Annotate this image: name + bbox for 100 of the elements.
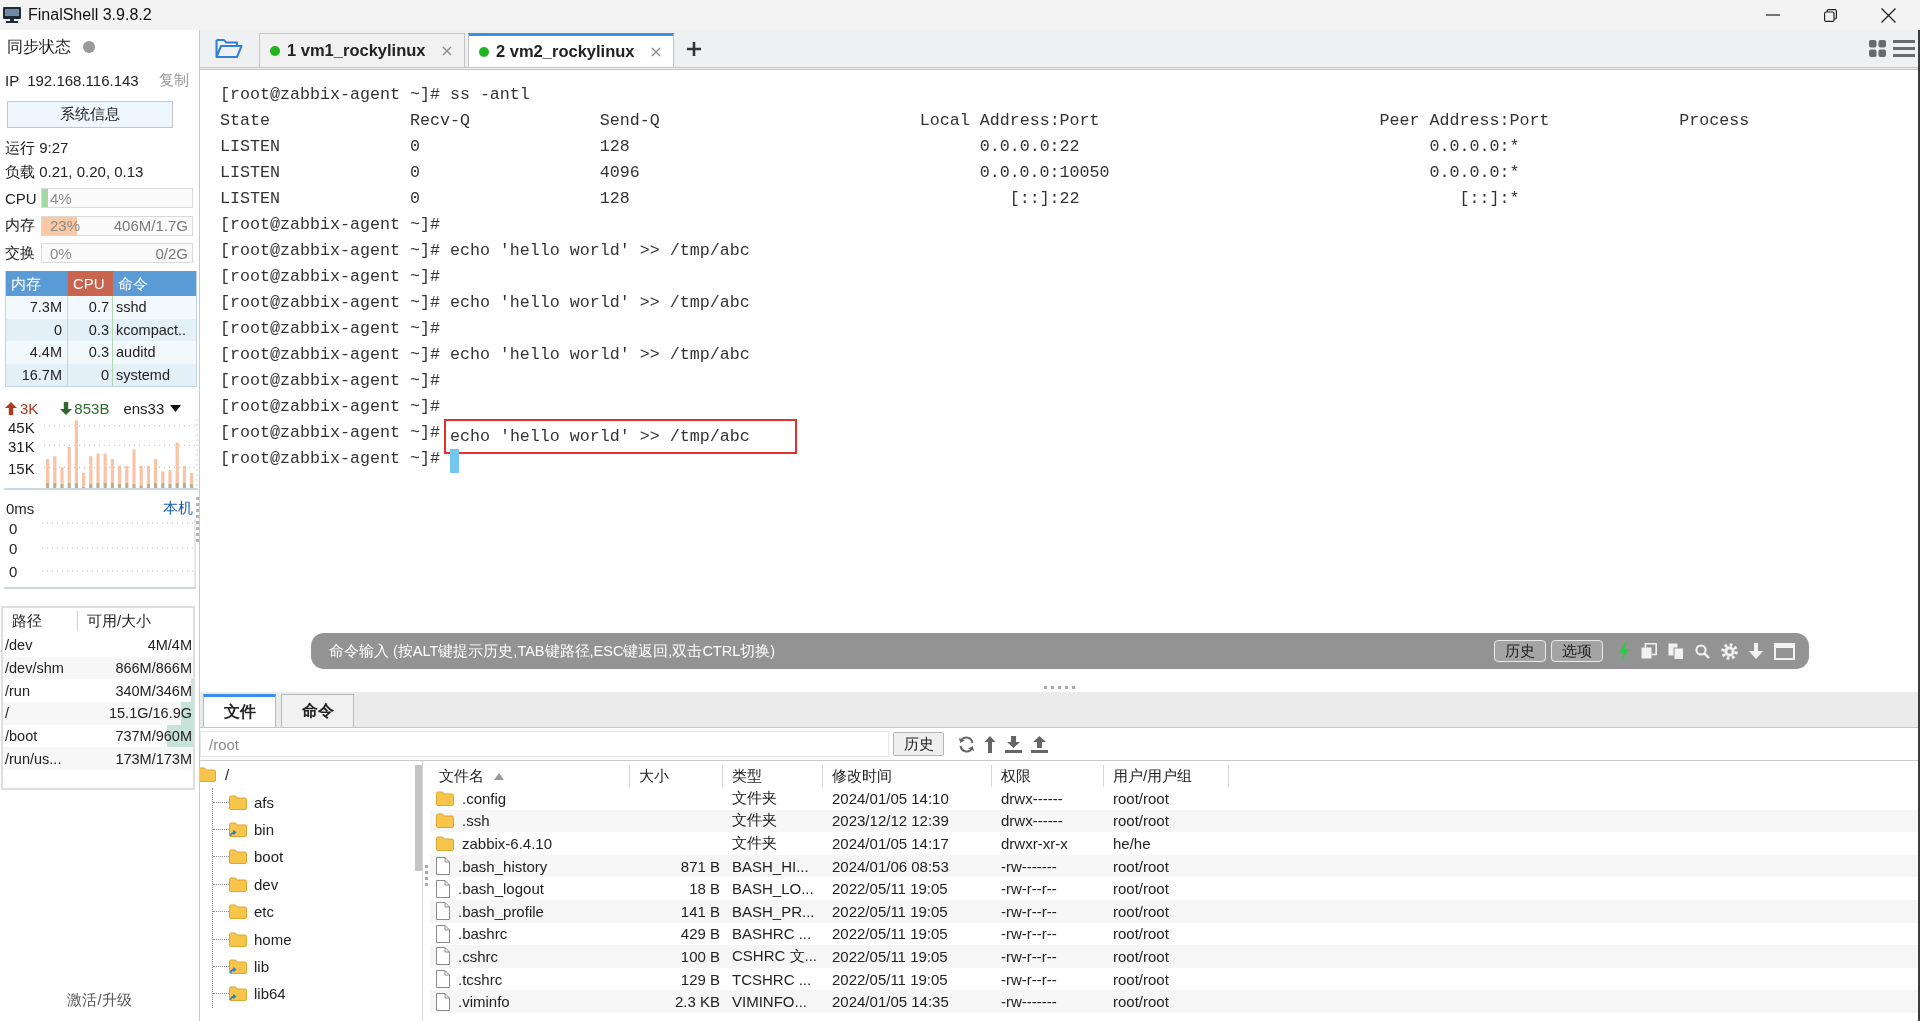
table-cell-text: / — [4, 705, 11, 722]
output-text: Send-Q — [599, 110, 660, 130]
table-cell-text: -rw-r--r-- — [1000, 880, 1058, 898]
table-cell-text: root/root — [1112, 902, 1170, 920]
table-cell-text: root/root — [1112, 812, 1170, 830]
table-cell-text: -rw------- — [1000, 857, 1058, 875]
table-cell-text: BASH_PR... — [731, 902, 816, 920]
shell-prompt: [root@zabbix-agent ~]# — [220, 422, 440, 442]
table-cell-text: BASHRC ... — [731, 925, 813, 943]
output-text: Peer Address:Port — [1379, 110, 1550, 130]
shell-prompt: [root@zabbix-agent ~]# — [220, 84, 440, 104]
shell-prompt: [root@zabbix-agent ~]# — [220, 240, 440, 260]
ip-label: IP — [5, 71, 20, 89]
table-cell-text: 2024/01/05 14:10 — [831, 789, 950, 807]
table-cell-text: 文件夹 — [731, 788, 778, 808]
meter-detail: 0/2G — [155, 244, 188, 262]
table-cell-text: sshd — [115, 298, 148, 317]
table-cell: 7.3M — [6, 296, 68, 319]
shell-prompt: [root@zabbix-agent ~]# — [220, 344, 440, 364]
shell-command: ss -antl — [449, 84, 530, 104]
meter-reading: 4% — [50, 189, 72, 207]
axis-label: 45K — [8, 419, 35, 436]
table-cell-text: 2022/05/11 19:05 — [831, 902, 949, 920]
table-cell-text: -rw-r--r-- — [1000, 970, 1058, 988]
table-cell-text: auditd — [115, 343, 157, 362]
table-cell-text: -rw-r--r-- — [1000, 947, 1058, 965]
table-cell: 0.7 — [68, 296, 113, 319]
table-cell-text: 2022/05/11 19:05 — [831, 970, 949, 988]
file-name: .viminfo — [458, 993, 510, 1011]
table-cell-text: root/root — [1112, 993, 1170, 1011]
shell-prompt: [root@zabbix-agent ~]# — [220, 266, 440, 286]
table-cell: 15.1G/16.9G — [108, 705, 193, 722]
sync-status-label: 同步状态 — [7, 36, 71, 57]
table-cell-text: TCSHRC ... — [731, 970, 813, 988]
table-cell-text: BASH_HI... — [731, 857, 810, 875]
table-cell-text: 文件夹 — [731, 834, 778, 853]
file-name: .bash_profile — [458, 902, 544, 920]
meter-label: 交换 — [5, 243, 36, 263]
table-cell-text: 文件夹 — [731, 811, 778, 831]
table-cell-text: -rw------- — [1000, 993, 1058, 1011]
table-cell: 340M/346M — [115, 682, 193, 699]
table-cell-text: drwx------ — [1000, 812, 1064, 830]
table-cell: 0 — [68, 363, 113, 386]
meter-reading: 0% — [50, 244, 72, 262]
axis-label: 15K — [8, 460, 35, 478]
output-text: LISTEN — [220, 188, 280, 208]
table-cell-text: 100 B — [679, 947, 721, 965]
shell-command: echo 'hello world' >> /tmp/abc — [449, 240, 750, 260]
file-name: .config — [462, 789, 507, 807]
output-text: 0.0.0.0:10050 — [979, 162, 1110, 182]
table-cell-text: /dev — [4, 637, 34, 654]
output-text: LISTEN — [220, 136, 280, 156]
output-text: LISTEN — [220, 162, 280, 182]
table-cell-text: root/root — [1112, 970, 1170, 988]
table-cell-text: systemd — [115, 365, 171, 385]
table-cell-text: VIMINFO... — [731, 993, 808, 1011]
table-cell-text: drwx------ — [1000, 789, 1064, 807]
uptime-text: 运行 9:27 — [4, 138, 70, 158]
meter-detail: 406M/1.7G — [113, 217, 188, 234]
file-name: .tcshrc — [458, 970, 503, 988]
output-text: [::]:* — [1459, 188, 1520, 208]
file-name: .bashrc — [458, 925, 508, 943]
table-cell-text: -rw-r--r-- — [1000, 925, 1058, 943]
table-cell-text: 2024/01/05 14:35 — [831, 993, 950, 1011]
meter-label: CPU — [5, 189, 38, 207]
shell-prompt: [root@zabbix-agent ~]# — [220, 396, 440, 416]
file-name: .bash_logout — [458, 880, 544, 898]
axis-label: 31K — [8, 438, 35, 456]
output-text: 4096 — [599, 162, 640, 182]
ip-address: 192.168.116.143 — [27, 71, 139, 89]
table-cell-text: 141 B — [679, 902, 721, 920]
output-text: 128 — [599, 188, 630, 208]
shell-command: echo 'hello world' >> /tmp/abc — [449, 344, 750, 364]
table-cell-text: 2.3 KB — [673, 993, 721, 1011]
table-cell-text: root/root — [1112, 880, 1170, 898]
file-name: zabbix-6.4.10 — [462, 835, 553, 852]
output-text: 0.0.0.0:22 — [979, 136, 1080, 156]
table-cell-text: 2022/05/11 19:05 — [831, 925, 949, 943]
table-cell-text: -rw-r--r-- — [1000, 902, 1058, 920]
axis-label: 0 — [9, 540, 18, 557]
file-name: .cshrc — [458, 947, 498, 965]
table-cell: 4.4M — [6, 341, 68, 364]
shell-prompt: [root@zabbix-agent ~]# — [220, 370, 440, 390]
shell-prompt: [root@zabbix-agent ~]# — [220, 292, 440, 312]
upload-rate: 3K — [20, 399, 39, 417]
table-cell-text: 2023/12/12 12:39 — [831, 812, 950, 830]
output-text: Process — [1679, 110, 1750, 130]
table-cell-text: /run — [4, 682, 31, 699]
shell-command: echo 'hello world' >> /tmp/abc — [449, 427, 750, 446]
table-cell: 4M/4M — [147, 637, 193, 654]
table-cell: 0.3 — [68, 341, 113, 364]
output-text: 0 — [409, 136, 420, 156]
shell-prompt: [root@zabbix-agent ~]# — [220, 214, 440, 234]
table-cell-text: drwxr-xr-x — [1000, 835, 1069, 852]
output-text: 0.0.0.0:* — [1429, 136, 1520, 156]
shell-prompt: [root@zabbix-agent ~]# — [220, 318, 440, 338]
axis-label: 0 — [9, 520, 18, 537]
table-cell-text: 2024/01/06 08:53 — [831, 857, 950, 875]
table-cell-text: 2022/05/11 19:05 — [831, 880, 949, 898]
table-cell-text: 2024/01/05 14:17 — [831, 835, 950, 852]
